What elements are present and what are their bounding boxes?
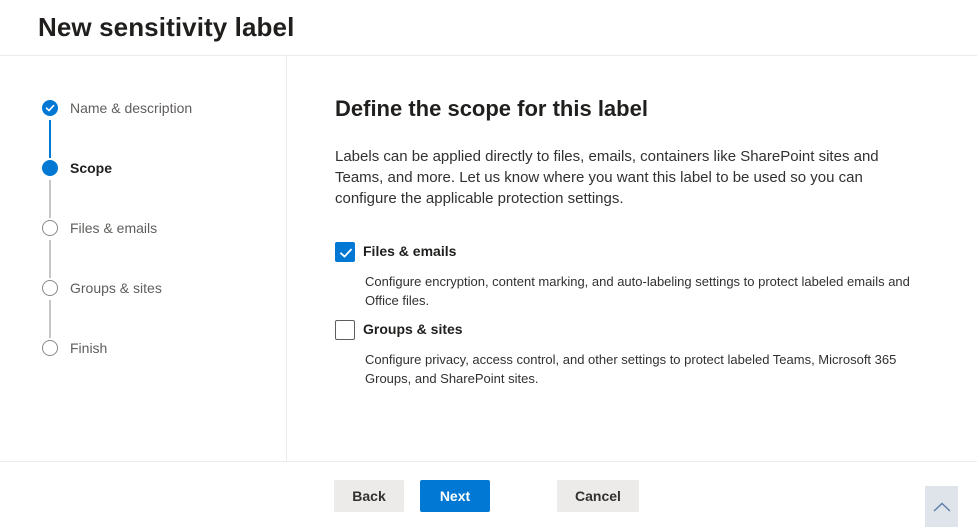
- wizard-stepper: Name & description Scope Files & emails …: [0, 56, 287, 461]
- step-connector: [49, 300, 51, 338]
- scroll-to-top-button[interactable]: [925, 486, 958, 527]
- step-connector: [49, 120, 51, 158]
- step-finish[interactable]: Finish: [42, 338, 107, 358]
- page-header: New sensitivity label: [0, 0, 977, 56]
- scope-option-files-emails: Files & emails Configure encryption, con…: [335, 242, 920, 312]
- next-button[interactable]: Next: [420, 480, 490, 512]
- cancel-button[interactable]: Cancel: [557, 480, 639, 512]
- step-pending-circle-icon: [42, 340, 58, 356]
- option-description: Configure encryption, content marking, a…: [365, 274, 910, 308]
- chevron-up-icon: [933, 502, 950, 512]
- step-connector: [49, 240, 51, 278]
- option-description: Configure privacy, access control, and o…: [365, 352, 897, 386]
- step-name-description[interactable]: Name & description: [42, 98, 192, 118]
- step-label: Finish: [70, 340, 108, 356]
- scope-option-groups-sites: Groups & sites Configure privacy, access…: [335, 320, 920, 390]
- page-title: New sensitivity label: [38, 12, 295, 42]
- step-label: Name & description: [70, 100, 193, 116]
- section-heading: Define the scope for this label: [335, 96, 648, 121]
- option-title: Groups & sites: [363, 321, 463, 337]
- option-title: Files & emails: [363, 243, 457, 259]
- step-groups-sites[interactable]: Groups & sites: [42, 278, 162, 298]
- check-icon: [340, 248, 352, 258]
- step-complete-check-icon: [42, 100, 58, 116]
- step-label: Files & emails: [70, 220, 158, 236]
- step-pending-circle-icon: [42, 280, 58, 296]
- step-scope[interactable]: Scope: [42, 158, 112, 178]
- step-label: Groups & sites: [70, 280, 162, 296]
- step-pending-circle-icon: [42, 220, 58, 236]
- step-label: Scope: [70, 160, 113, 176]
- intro-text: Labels can be applied directly to files,…: [335, 148, 879, 207]
- files-emails-checkbox[interactable]: [335, 242, 355, 262]
- step-files-emails[interactable]: Files & emails: [42, 218, 157, 238]
- wizard-footer: Back Next Cancel: [0, 461, 977, 527]
- step-connector: [49, 180, 51, 218]
- groups-sites-checkbox[interactable]: [335, 320, 355, 340]
- back-button[interactable]: Back: [334, 480, 404, 512]
- step-current-dot-icon: [42, 160, 58, 176]
